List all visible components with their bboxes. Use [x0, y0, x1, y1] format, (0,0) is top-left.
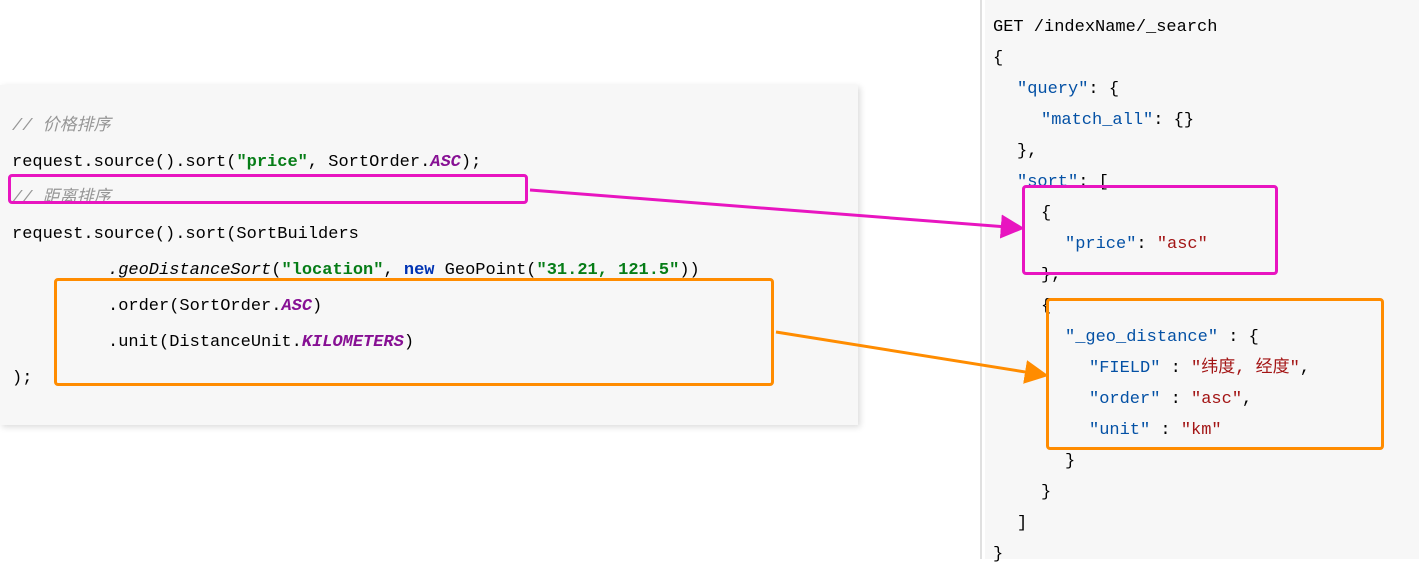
json-field-line: "FIELD" : "纬度, 经度",	[993, 353, 1412, 384]
json-sort-item2-open: {	[993, 291, 1412, 322]
json-geo-distance-close: }	[993, 446, 1412, 477]
json-sort-close: ]	[993, 508, 1412, 539]
java-distance-sort-open: request.source().sort(SortBuilders	[12, 217, 846, 253]
json-query-close: },	[993, 136, 1412, 167]
json-brace-close: }	[993, 539, 1412, 570]
java-close-paren: );	[12, 361, 846, 397]
comment-price-sort: // 价格排序	[12, 109, 846, 145]
json-unit-line: "unit" : "km"	[993, 415, 1412, 446]
json-sort-item1-close: },	[993, 260, 1412, 291]
json-geo-distance-open: "_geo_distance" : {	[993, 322, 1412, 353]
java-order-line: .order(SortOrder.ASC)	[12, 289, 846, 325]
json-match-all: "match_all": {}	[993, 105, 1412, 136]
json-sort-open: "sort": [	[993, 167, 1412, 198]
comment-distance-sort: // 距离排序	[12, 181, 846, 217]
json-code-panel: GET /indexName/_search { "query": { "mat…	[985, 0, 1419, 559]
json-price-sort: "price": "asc"	[993, 229, 1412, 260]
json-order-line: "order" : "asc",	[993, 384, 1412, 415]
json-request-line: GET /indexName/_search	[993, 12, 1412, 43]
json-brace-open: {	[993, 43, 1412, 74]
java-price-sort-line: request.source().sort("price", SortOrder…	[12, 145, 846, 181]
json-sort-item2-close: }	[993, 477, 1412, 508]
panel-divider	[980, 0, 982, 559]
java-code-panel: // 价格排序 request.source().sort("price", S…	[0, 85, 858, 425]
json-sort-item1-open: {	[993, 198, 1412, 229]
java-geo-distance-line: .geoDistanceSort("location", new GeoPoin…	[12, 253, 846, 289]
json-query-open: "query": {	[993, 74, 1412, 105]
java-unit-line: .unit(DistanceUnit.KILOMETERS)	[12, 325, 846, 361]
